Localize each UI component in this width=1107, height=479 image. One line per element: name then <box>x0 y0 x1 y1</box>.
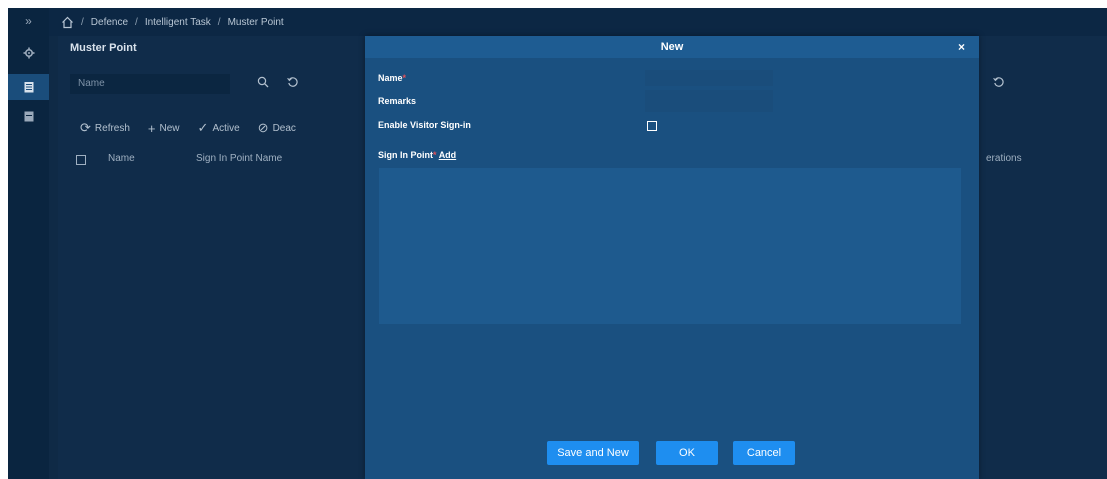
breadcrumb-separator: / <box>217 16 221 28</box>
name-input[interactable] <box>645 70 773 86</box>
deactivate-label: Deac <box>272 122 296 134</box>
document-icon[interactable] <box>8 104 49 130</box>
breadcrumb-separator: / <box>81 16 84 28</box>
visitor-sign-in-checkbox[interactable] <box>647 121 657 131</box>
remarks-input[interactable] <box>645 90 773 112</box>
save-and-new-button[interactable]: Save and New <box>547 441 639 465</box>
refresh-label: Refresh <box>94 122 130 134</box>
search-input[interactable]: Name <box>70 74 230 94</box>
new-label: New <box>159 122 180 134</box>
active-button[interactable]: ✓ Active <box>198 120 240 136</box>
refresh-icon: ⟳ <box>80 120 91 135</box>
toolbar: ⟳ Refresh + New ✓ Active ⊘ Deac <box>80 120 296 136</box>
breadcrumb-item-intelligent-task[interactable]: Intelligent Task <box>145 17 211 28</box>
top-bar: / Defence / Intelligent Task / Muster Po… <box>49 8 1107 36</box>
dialog-title: New <box>660 41 684 53</box>
gear-icon[interactable] <box>8 40 49 66</box>
sign-in-point-label: Sign In Point <box>378 150 433 160</box>
breadcrumb: / Defence / Intelligent Task / Muster Po… <box>61 8 284 36</box>
select-all-checkbox[interactable] <box>76 155 86 165</box>
breadcrumb-item-muster-point: Muster Point <box>227 16 284 28</box>
column-name[interactable]: Name <box>108 153 135 164</box>
sign-in-point-list <box>379 168 961 324</box>
refresh-button[interactable]: ⟳ Refresh <box>80 120 130 136</box>
home-icon[interactable] <box>61 16 74 29</box>
active-label: Active <box>212 122 240 134</box>
refresh-icon-right[interactable] <box>993 76 1005 91</box>
required-marker: * <box>433 150 437 160</box>
column-operations: erations <box>986 153 1022 164</box>
check-icon: ✓ <box>197 120 209 135</box>
name-label: Name <box>378 73 403 83</box>
name-field-label: Name* <box>378 73 406 83</box>
reset-icon[interactable] <box>284 74 302 94</box>
breadcrumb-item-defence[interactable]: Defence <box>91 17 128 28</box>
app-window: » / Defence / Intelligent Task / Muster … <box>8 8 1107 479</box>
cancel-button[interactable]: Cancel <box>733 441 795 465</box>
new-button[interactable]: + New <box>148 121 180 136</box>
dialog-header: New × <box>365 36 979 58</box>
sign-in-point-field-label: Sign In Point* Add <box>378 150 456 160</box>
expand-icon[interactable]: » <box>8 8 49 34</box>
remarks-label: Remarks <box>378 96 417 106</box>
search-icon[interactable] <box>254 74 272 94</box>
left-rail: » <box>8 8 49 479</box>
ok-button[interactable]: OK <box>656 441 718 465</box>
deactivate-button[interactable]: ⊘ Deac <box>258 120 296 136</box>
add-link[interactable]: Add <box>439 150 457 160</box>
page-title: Muster Point <box>70 42 137 54</box>
visitor-sign-in-label: Enable Visitor Sign-in <box>378 120 471 130</box>
breadcrumb-separator: / <box>135 16 138 28</box>
clipboard-icon[interactable] <box>8 74 49 100</box>
plus-icon: + <box>147 120 156 136</box>
new-dialog: New × Name* Remarks Enable Visitor Sign-… <box>365 36 979 479</box>
close-icon[interactable]: × <box>958 36 965 58</box>
column-sign-in-point-name[interactable]: Sign In Point Name <box>196 153 282 164</box>
required-marker: * <box>402 73 407 83</box>
block-icon: ⊘ <box>257 120 269 135</box>
